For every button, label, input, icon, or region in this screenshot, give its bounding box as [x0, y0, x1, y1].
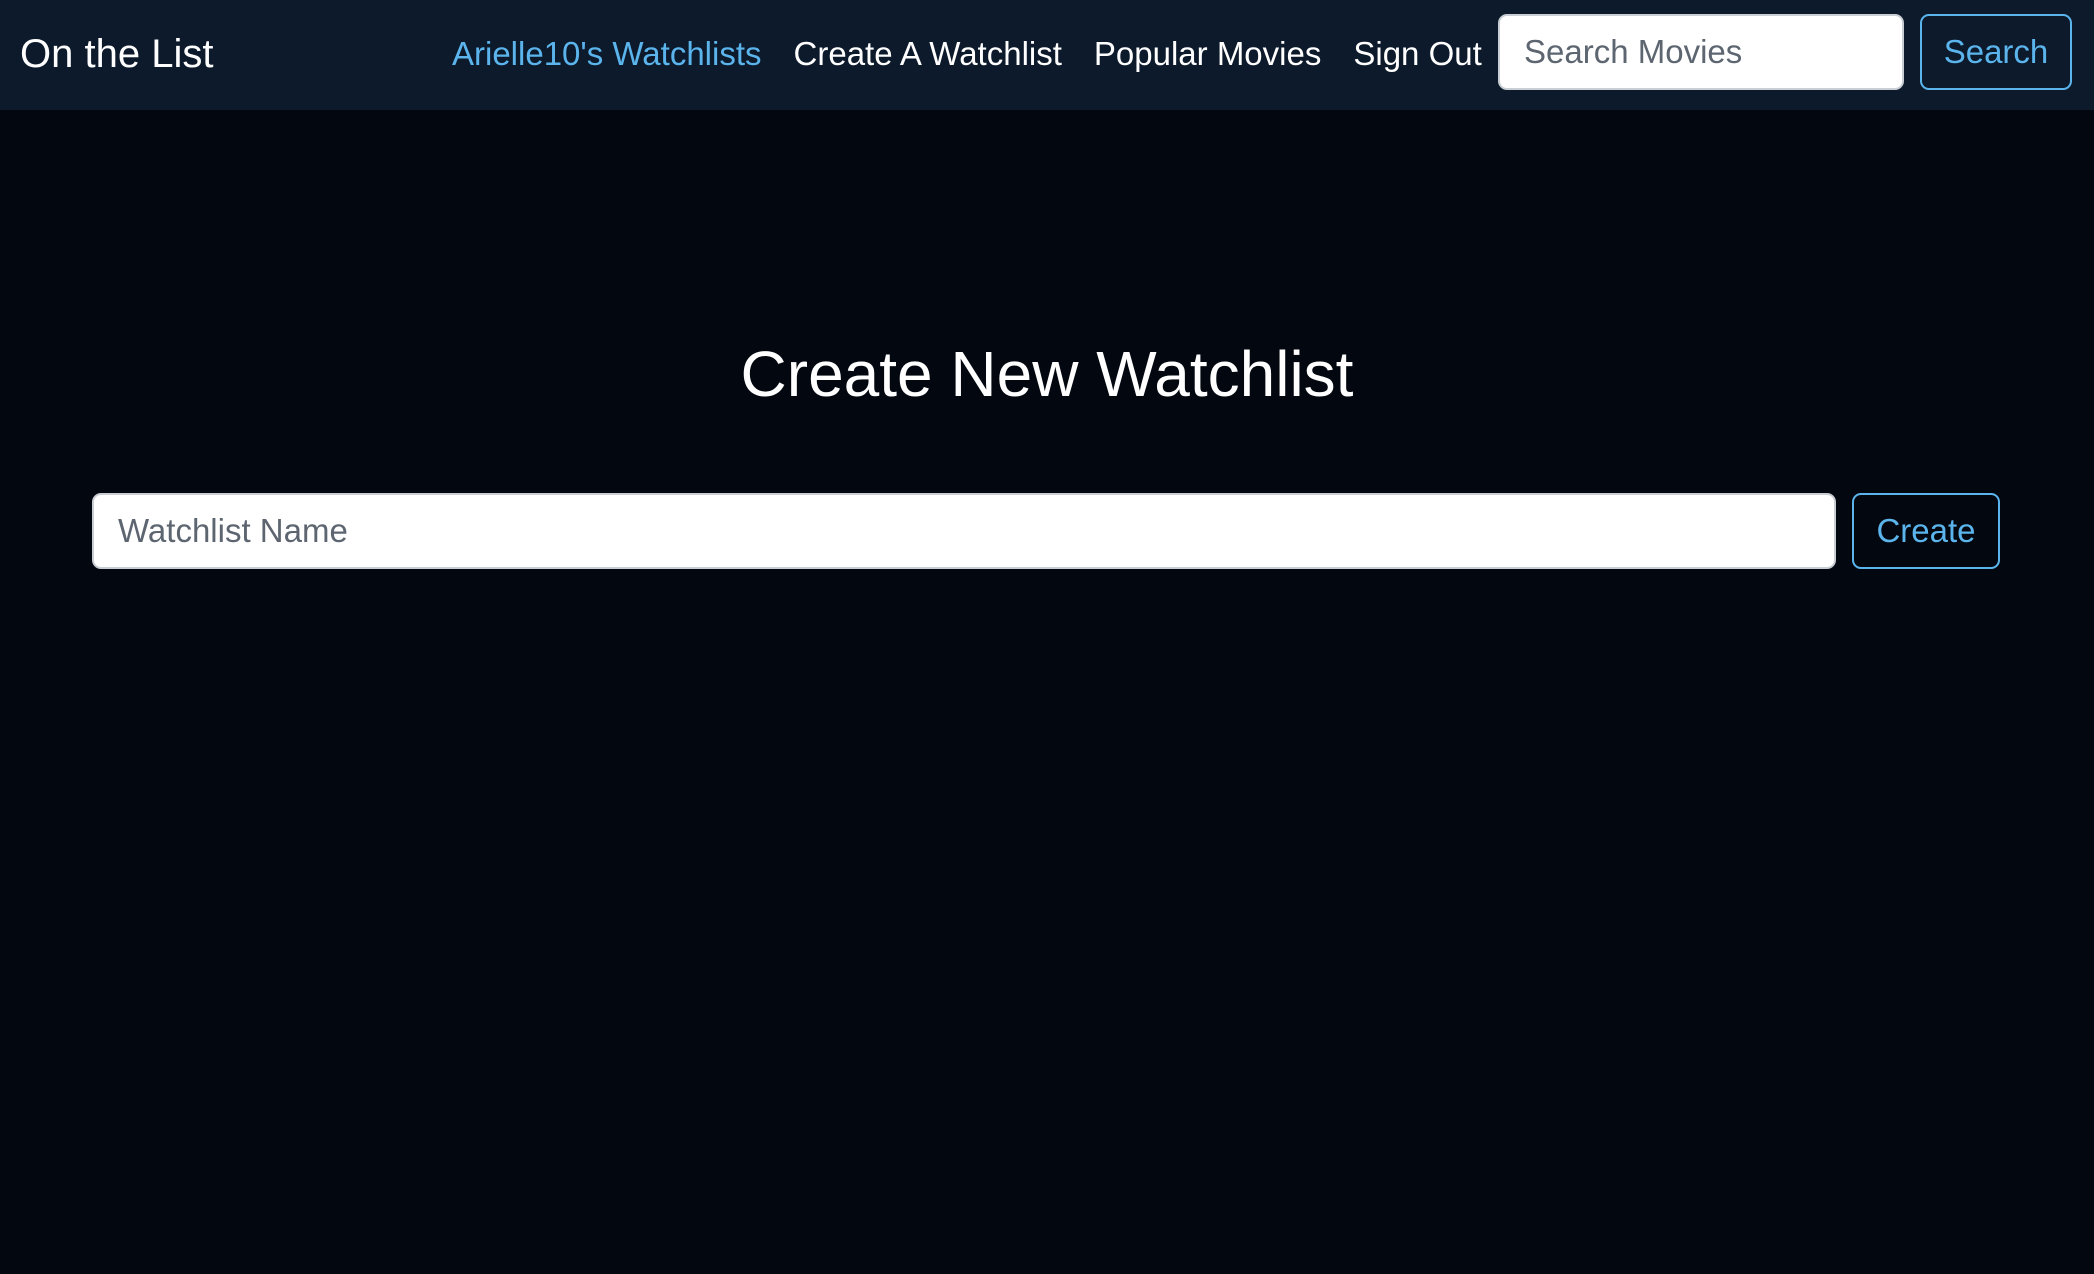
create-button[interactable]: Create — [1852, 493, 2000, 569]
nav-links: Arielle10's Watchlists Create A Watchlis… — [452, 24, 1482, 84]
navbar: On the List Arielle10's Watchlists Creat… — [0, 0, 2094, 110]
nav-link-create-watchlist[interactable]: Create A Watchlist — [794, 24, 1062, 84]
nav-link-sign-out[interactable]: Sign Out — [1353, 24, 1481, 84]
nav-link-popular-movies[interactable]: Popular Movies — [1094, 24, 1321, 84]
search-button[interactable]: Search — [1920, 14, 2072, 90]
nav-link-my-watchlists[interactable]: Arielle10's Watchlists — [452, 24, 762, 84]
brand-logo-link[interactable]: On the List — [20, 24, 213, 84]
watchlist-name-input[interactable] — [92, 493, 1836, 569]
search-movies-input[interactable] — [1498, 14, 1904, 90]
page-title: Create New Watchlist — [740, 338, 1354, 410]
